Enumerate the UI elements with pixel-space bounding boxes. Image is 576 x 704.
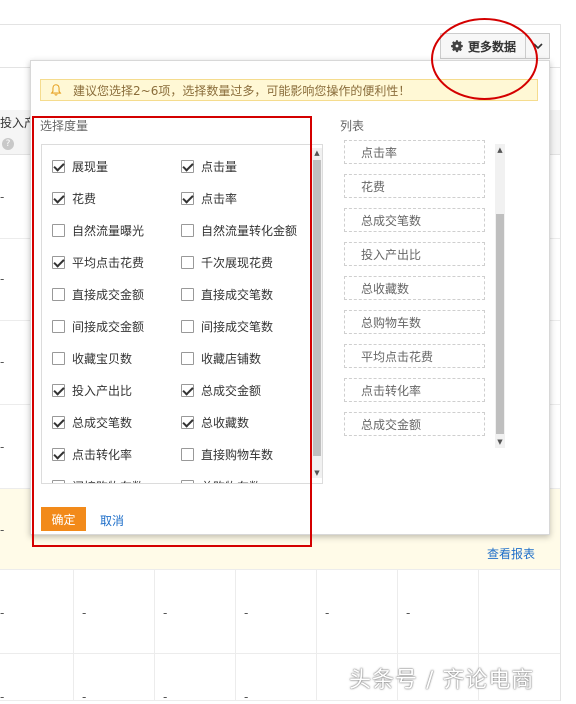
table-cell: - (82, 690, 87, 704)
table-cell: - (0, 190, 5, 204)
table-cell: - (406, 606, 411, 620)
table-cell: - (0, 523, 5, 537)
table-cell: - (0, 690, 5, 704)
table-cell: - (82, 606, 87, 620)
column-divider (154, 570, 155, 701)
scroll-up-icon[interactable]: ▲ (313, 149, 321, 157)
help-icon[interactable]: ? (2, 138, 14, 150)
column-list-item[interactable]: 总成交笔数 (344, 208, 485, 232)
column-divider (73, 570, 74, 701)
view-report-link[interactable]: 查看报表 (487, 545, 535, 562)
table-cell: - (163, 690, 168, 704)
table-cell: - (0, 272, 5, 286)
table-cell: - (244, 690, 249, 704)
table-cell: - (0, 606, 5, 620)
list-section-title: 列表 (340, 119, 365, 133)
column-divider (316, 570, 317, 701)
column-list-item[interactable]: 花费 (344, 174, 485, 198)
column-list-item[interactable]: 总成交金额 (344, 412, 485, 436)
table-cell: - (244, 606, 249, 620)
table-cell: - (325, 606, 330, 620)
column-list-item[interactable]: 点击转化率 (344, 378, 485, 402)
column-list-item[interactable]: 总购物车数 (344, 310, 485, 334)
selected-column-list: 点击率花费总成交笔数投入产出比总收藏数总购物车数平均点击花费 点击转化率总成交金额 (344, 140, 512, 448)
bell-icon (50, 84, 62, 96)
watermark-text: 头条号 / 齐论电商 (349, 668, 535, 693)
notice-text: 建议您选择2~6项，选择数量过多，可能影响您操作的便利性！ (73, 83, 411, 98)
scroll-down-icon[interactable]: ▼ (313, 469, 321, 477)
table-cell: - (0, 440, 5, 454)
column-list-scrollbar[interactable]: ▲ ▼ (495, 144, 505, 448)
table-cell: - (0, 355, 5, 369)
column-divider (235, 570, 236, 701)
column-list-item[interactable]: 总收藏数 (344, 276, 485, 300)
annotation-ellipse (431, 18, 538, 100)
page-right-border (560, 24, 561, 701)
scroll-down-icon[interactable]: ▼ (496, 438, 504, 446)
table-cell: - (163, 606, 168, 620)
metric-list-scroll-thumb[interactable] (313, 160, 321, 456)
metric-list-scrollbar[interactable]: ▲ ▼ (312, 148, 322, 478)
column-list-scroll-thumb[interactable] (496, 214, 504, 434)
column-list-item[interactable]: 投入产出比 (344, 242, 485, 266)
annotation-rectangle (32, 116, 312, 547)
column-list-item[interactable]: 平均点击花费 (344, 344, 485, 368)
column-list-item[interactable]: 点击率 (344, 140, 485, 164)
scroll-up-icon[interactable]: ▲ (496, 146, 504, 154)
